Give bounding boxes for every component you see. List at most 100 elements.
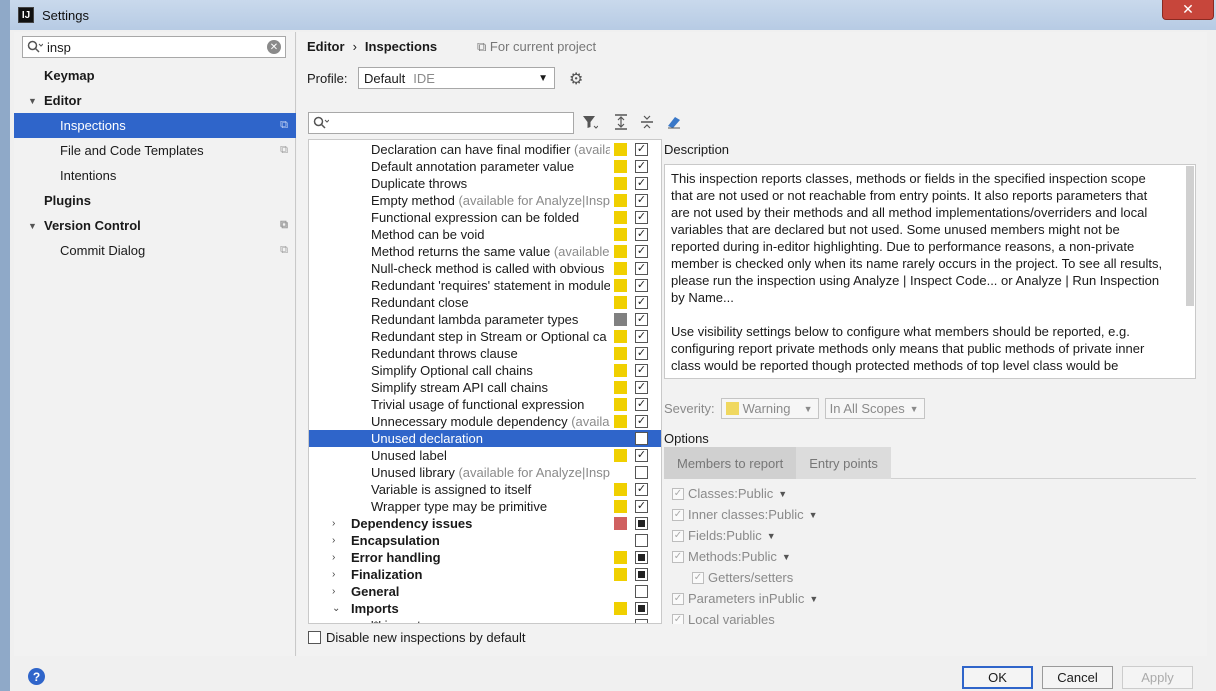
description-scrollbar[interactable] [1186,166,1194,306]
inspection-row[interactable]: Simplify stream API call chains ✓ [309,379,661,396]
inspection-group-row[interactable]: › Dependency issues [309,515,661,532]
inspection-row[interactable]: Unnecessary module dependency (availal ✓ [309,413,661,430]
inspection-checkbox[interactable]: ✓ [635,279,648,292]
member-option[interactable]: ✓ Parameters in Public ▼ [672,591,818,606]
inspection-group-row[interactable]: › Finalization [309,566,661,583]
chevron-right-icon[interactable]: › [332,518,335,529]
disable-new-inspections-option[interactable]: Disable new inspections by default [308,630,525,645]
group-checkbox[interactable] [635,602,648,615]
inspection-row[interactable]: Declaration can have final modifier (ava… [309,141,661,158]
chevron-down-icon[interactable]: ▼ [782,552,791,562]
inspection-row[interactable]: Unused label ✓ [309,447,661,464]
member-option-checkbox[interactable]: ✓ [672,550,684,563]
inspection-checkbox[interactable] [635,619,648,623]
member-option-checkbox[interactable]: ✓ [672,592,684,605]
help-icon[interactable]: ? [28,668,45,685]
inspection-group-row[interactable]: › Error handling [309,549,661,566]
chevron-down-icon[interactable]: ▼ [767,531,776,541]
inspection-row[interactable]: Null-check method is called with obvious… [309,260,661,277]
inspection-checkbox[interactable] [635,432,648,445]
expand-all-icon[interactable] [614,114,628,133]
inspection-checkbox[interactable]: ✓ [635,364,648,377]
inspection-checkbox[interactable]: ✓ [635,211,648,224]
inspection-filter-input[interactable] [308,112,574,134]
inspection-row[interactable]: Duplicate throws ✓ [309,175,661,192]
inspection-row[interactable]: Redundant close ✓ [309,294,661,311]
cancel-button[interactable]: Cancel [1042,666,1113,689]
ok-button[interactable]: OK [962,666,1033,689]
group-checkbox[interactable] [635,568,648,581]
group-checkbox[interactable] [635,517,648,530]
inspection-checkbox[interactable]: ✓ [635,313,648,326]
inspection-row[interactable]: Variable is assigned to itself ✓ [309,481,661,498]
inspection-group-row[interactable]: ⌄ Imports [309,600,661,617]
sidebar-item-editor[interactable]: ▼ Editor [14,88,296,113]
member-option-checkbox[interactable]: ✓ [672,508,684,521]
inspection-checkbox[interactable]: ✓ [635,381,648,394]
member-option-checkbox[interactable]: ✓ [672,529,684,542]
inspection-row[interactable]: Wrapper type may be primitive ✓ [309,498,661,515]
sidebar-item-intentions[interactable]: Intentions [14,163,296,188]
inspection-group-row[interactable]: › Encapsulation [309,532,661,549]
inspection-checkbox[interactable]: ✓ [635,245,648,258]
inspection-checkbox[interactable]: ✓ [635,347,648,360]
chevron-down-icon[interactable]: ▼ [778,489,787,499]
inspection-row[interactable]: Unused library (available for Analyze|In… [309,464,661,481]
reset-to-default-icon[interactable] [666,114,682,133]
member-option[interactable]: ✓ Classes: Public ▼ [672,486,787,501]
inspection-checkbox[interactable]: ✓ [635,160,648,173]
disable-new-inspections-checkbox[interactable] [308,631,321,644]
inspection-checkbox[interactable]: ✓ [635,194,648,207]
member-option[interactable]: ✓ Getters/setters [692,570,793,585]
sidebar-item-version-control[interactable]: ▼ Version Control ⧉ [14,213,296,238]
chevron-right-icon[interactable]: › [332,569,335,580]
settings-search-input[interactable]: insp ✕ [22,36,286,58]
chevron-down-icon[interactable]: ▼ [28,96,37,106]
inspection-checkbox[interactable]: ✓ [635,177,648,190]
tab-members-to-report[interactable]: Members to report [664,447,797,479]
inspection-checkbox[interactable]: ✓ [635,415,648,428]
group-checkbox[interactable] [635,534,648,547]
inspection-row[interactable]: Redundant 'requires' statement in module… [309,277,661,294]
chevron-right-icon[interactable]: › [332,586,335,597]
inspection-checkbox[interactable] [635,466,648,479]
member-option-checkbox[interactable]: ✓ [672,613,684,624]
collapse-all-icon[interactable] [640,114,654,133]
inspection-checkbox[interactable]: ✓ [635,449,648,462]
member-option[interactable]: ✓ Fields: Public ▼ [672,528,776,543]
sidebar-item-inspections[interactable]: Inspections ⧉ [14,113,296,138]
member-option[interactable]: ✓ Local variables [672,612,775,624]
inspection-row[interactable]: '*' import [309,617,661,623]
apply-button[interactable]: Apply [1122,666,1193,689]
inspection-row[interactable]: Redundant lambda parameter types ✓ [309,311,661,328]
member-option-checkbox[interactable]: ✓ [672,487,684,500]
inspection-row[interactable]: Method can be void ✓ [309,226,661,243]
chevron-right-icon[interactable]: › [332,552,335,563]
clear-search-icon[interactable]: ✕ [267,40,281,54]
inspection-checkbox[interactable]: ✓ [635,398,648,411]
filter-icon[interactable] [582,114,599,133]
inspection-checkbox[interactable]: ✓ [635,483,648,496]
inspection-row[interactable]: Functional expression can be folded ✓ [309,209,661,226]
sidebar-item-commit-dialog[interactable]: Commit Dialog ⧉ [14,238,296,263]
profile-select[interactable]: Default IDE ▼ [358,67,555,89]
inspection-row[interactable]: Redundant step in Stream or Optional ca ✓ [309,328,661,345]
inspection-checkbox[interactable]: ✓ [635,500,648,513]
inspection-checkbox[interactable]: ✓ [635,330,648,343]
inspection-row[interactable]: Simplify Optional call chains ✓ [309,362,661,379]
member-option[interactable]: ✓ Inner classes: Public ▼ [672,507,818,522]
chevron-down-icon[interactable]: ▼ [809,594,818,604]
sidebar-item-plugins[interactable]: Plugins [14,188,296,213]
chevron-right-icon[interactable]: ⌄ [332,603,340,614]
chevron-right-icon[interactable]: › [332,535,335,546]
inspection-row[interactable]: Trivial usage of functional expression ✓ [309,396,661,413]
inspection-checkbox[interactable]: ✓ [635,296,648,309]
group-checkbox[interactable] [635,551,648,564]
tab-entry-points[interactable]: Entry points [796,447,891,479]
member-option[interactable]: ✓ Methods: Public ▼ [672,549,791,564]
scope-select[interactable]: In All Scopes ▼ [824,398,925,419]
inspection-checkbox[interactable]: ✓ [635,262,648,275]
group-checkbox[interactable] [635,585,648,598]
inspection-checkbox[interactable]: ✓ [635,228,648,241]
sidebar-item-keymap[interactable]: Keymap [14,63,296,88]
